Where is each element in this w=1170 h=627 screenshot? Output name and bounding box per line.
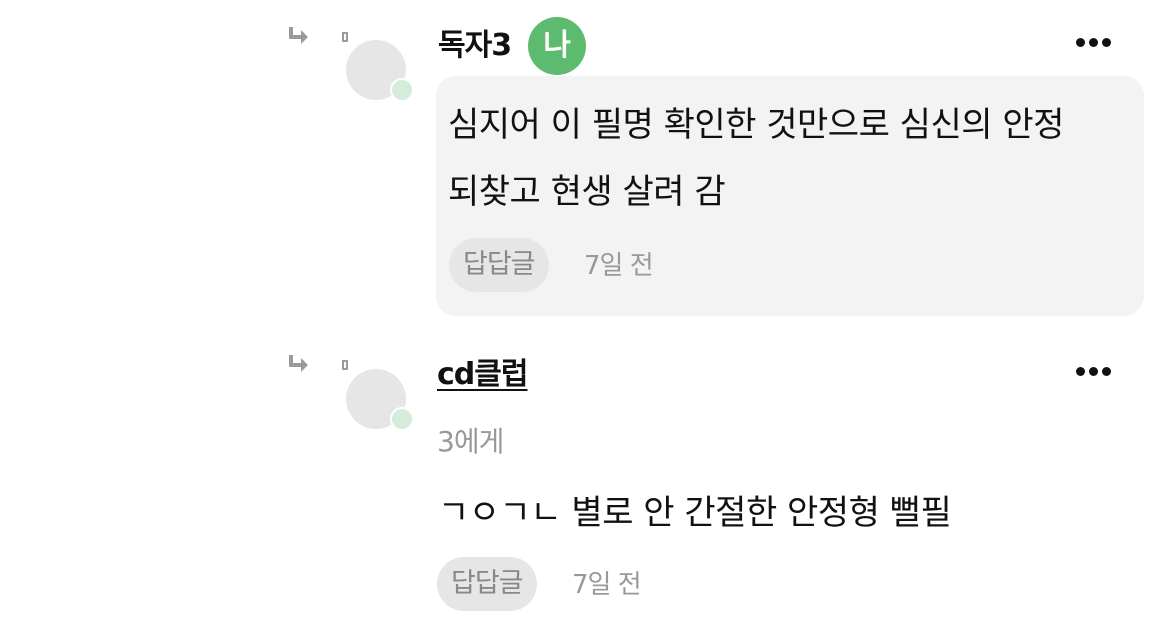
comment-author[interactable]: cd클럽 — [437, 360, 528, 390]
comment-timestamp: 7일 전 — [584, 251, 654, 281]
avatar-status-dot — [390, 78, 414, 102]
reply-mention[interactable]: 3에게 — [437, 428, 504, 456]
more-horizontal-icon — [1076, 367, 1085, 376]
reply-arrow-icon — [289, 355, 308, 372]
comment-text: ㄱㅇㄱㄴ 별로 안 간절한 안정형 뻘필 — [438, 493, 952, 533]
more-options-button[interactable] — [1074, 32, 1114, 52]
comment-text-line: 되찾고 현생 살려 감 — [448, 172, 726, 212]
me-badge: 나 — [528, 17, 586, 75]
avatar[interactable] — [346, 369, 414, 431]
indicator-mark — [342, 360, 348, 370]
reply-arrow-icon — [289, 27, 308, 44]
more-options-button[interactable] — [1074, 361, 1114, 381]
avatar[interactable] — [346, 40, 414, 102]
comment-timestamp: 7일 전 — [572, 570, 642, 600]
avatar-status-dot — [390, 407, 414, 431]
reply-button[interactable]: 답답글 — [437, 557, 537, 611]
comment-text-line: 심지어 이 필명 확인한 것만으로 심신의 안정 — [448, 105, 1064, 145]
reply-button[interactable]: 답답글 — [449, 238, 549, 292]
comment-author[interactable]: 독자3 — [438, 31, 512, 61]
indicator-mark — [342, 32, 348, 42]
more-horizontal-icon — [1076, 38, 1085, 47]
